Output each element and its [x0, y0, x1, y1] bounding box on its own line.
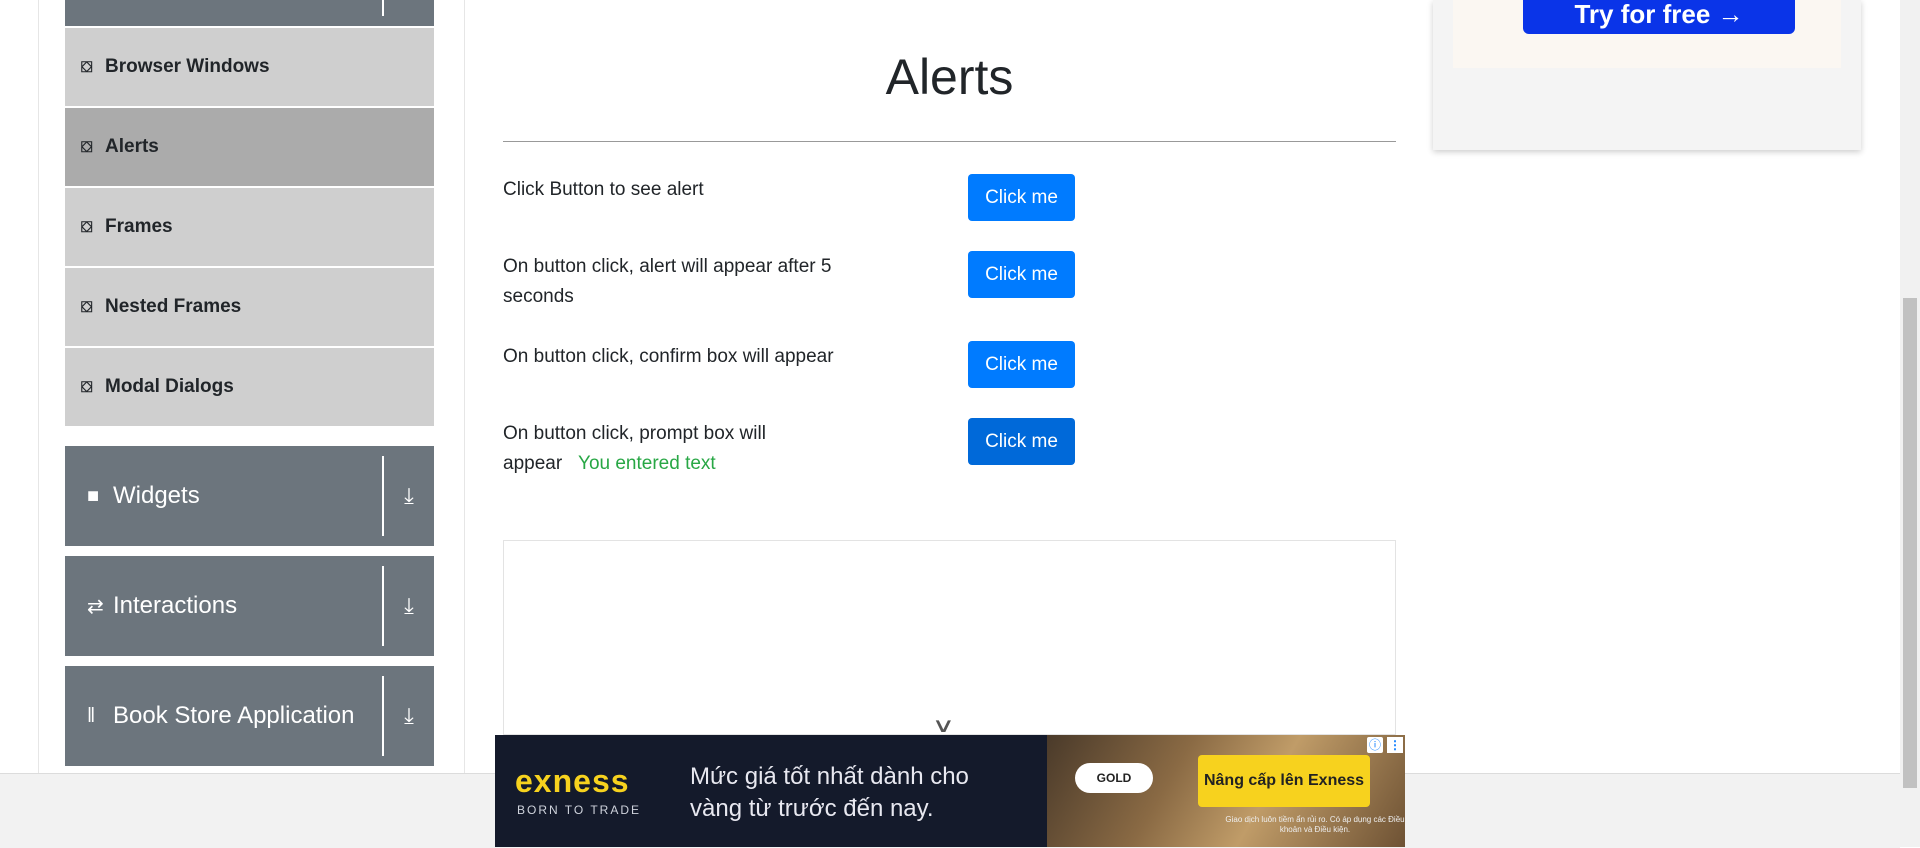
- page-title: Alerts: [885, 49, 1014, 105]
- divider: [382, 566, 384, 646]
- disclaimer: Giao dịch luôn tiềm ẩn rủi ro. Có áp dụn…: [1225, 815, 1405, 834]
- sidebar-item-browser-windows[interactable]: ⛋ Browser Windows: [65, 28, 434, 106]
- ad-placeholder: [503, 540, 1396, 735]
- ad-info-icon[interactable]: ⓘ: [1367, 737, 1383, 753]
- timer-alert-button[interactable]: Click me: [968, 251, 1075, 298]
- gold-badge: GOLD: [1075, 763, 1153, 793]
- html5-icon: ⛋: [81, 218, 93, 236]
- sidebar-group-book-store[interactable]: ‖ Book Store Application ⤓: [65, 666, 434, 766]
- panel-border: [38, 0, 39, 775]
- banner-message: Mức giá tốt nhất dành cho vàng từ trước …: [690, 763, 969, 822]
- divider: [382, 0, 384, 16]
- sidebar-group-interactions[interactable]: ⇄ Interactions ⤓: [65, 556, 434, 656]
- title-divider: [503, 141, 1396, 142]
- sidebar-item-label: Frames: [105, 216, 173, 237]
- right-ad[interactable]: Try for free →: [1433, 0, 1861, 150]
- download-arrow-icon[interactable]: ⤓: [394, 446, 424, 546]
- sidebar-group-label: Interactions: [113, 592, 238, 619]
- html5-icon: ⛋: [81, 298, 93, 316]
- scrollbar[interactable]: [1900, 0, 1920, 847]
- divider: [382, 676, 384, 756]
- divider: [382, 456, 384, 536]
- sidebar-item-label: Modal Dialogs: [105, 376, 234, 397]
- brand-logo: exness: [515, 763, 630, 799]
- html5-icon: ⛋: [81, 138, 93, 156]
- alert-button[interactable]: Click me: [968, 174, 1075, 221]
- sidebar-item-label: Browser Windows: [105, 56, 270, 77]
- sidebar-item-label: Nested Frames: [105, 296, 242, 317]
- prompt-row-label: On button click, prompt box will appear …: [503, 419, 873, 479]
- widgets-icon: ■: [87, 484, 100, 507]
- book-store-icon: ‖: [87, 704, 96, 727]
- download-arrow-icon[interactable]: ⤓: [394, 556, 424, 656]
- ad-inner: Try for free →: [1453, 0, 1841, 68]
- scrollbar-thumb[interactable]: [1903, 298, 1917, 788]
- prompt-button[interactable]: Click me: [968, 418, 1075, 465]
- panel-border: [464, 0, 465, 775]
- sidebar-item-frames[interactable]: ⛋ Frames: [65, 188, 434, 266]
- sidebar-group-header-partial[interactable]: [65, 0, 434, 26]
- confirm-row-label: On button click, confirm box will appear: [503, 346, 834, 367]
- download-arrow-icon[interactable]: ⤓: [394, 666, 424, 766]
- confirm-button[interactable]: Click me: [968, 341, 1075, 388]
- ad-options-icon[interactable]: ⋮: [1387, 737, 1403, 753]
- sidebar-group-label: Book Store Application: [113, 702, 355, 729]
- sidebar-item-nested-frames[interactable]: ⛋ Nested Frames: [65, 268, 434, 346]
- brand-tagline: BORN TO TRADE: [517, 803, 642, 817]
- ad-banner[interactable]: exness BORN TO TRADE Mức giá tốt nhất dà…: [495, 735, 1405, 847]
- interactions-icon: ⇄: [87, 595, 104, 618]
- left-panel: ⛋ Browser Windows ⛋ Alerts ⛋ Frames ⛋ Ne…: [0, 0, 465, 847]
- try-for-free-button[interactable]: Try for free →: [1523, 0, 1795, 34]
- sidebar-item-alerts[interactable]: ⛋ Alerts: [65, 108, 434, 186]
- sidebar-group-label: Widgets: [113, 482, 200, 509]
- sidebar-item-label: Alerts: [105, 136, 159, 157]
- html5-icon: ⛋: [81, 58, 93, 76]
- alert-row-label: Click Button to see alert: [503, 179, 704, 200]
- prompt-result: You entered text: [578, 453, 716, 474]
- html5-icon: ⛋: [81, 378, 93, 396]
- timer-alert-row-label: On button click, alert will appear after…: [503, 256, 832, 307]
- upgrade-button[interactable]: Nâng cấp lên Exness: [1198, 755, 1370, 807]
- sidebar-item-modal-dialogs[interactable]: ⛋ Modal Dialogs: [65, 348, 434, 426]
- sidebar-group-widgets[interactable]: ■ Widgets ⤓: [65, 446, 434, 546]
